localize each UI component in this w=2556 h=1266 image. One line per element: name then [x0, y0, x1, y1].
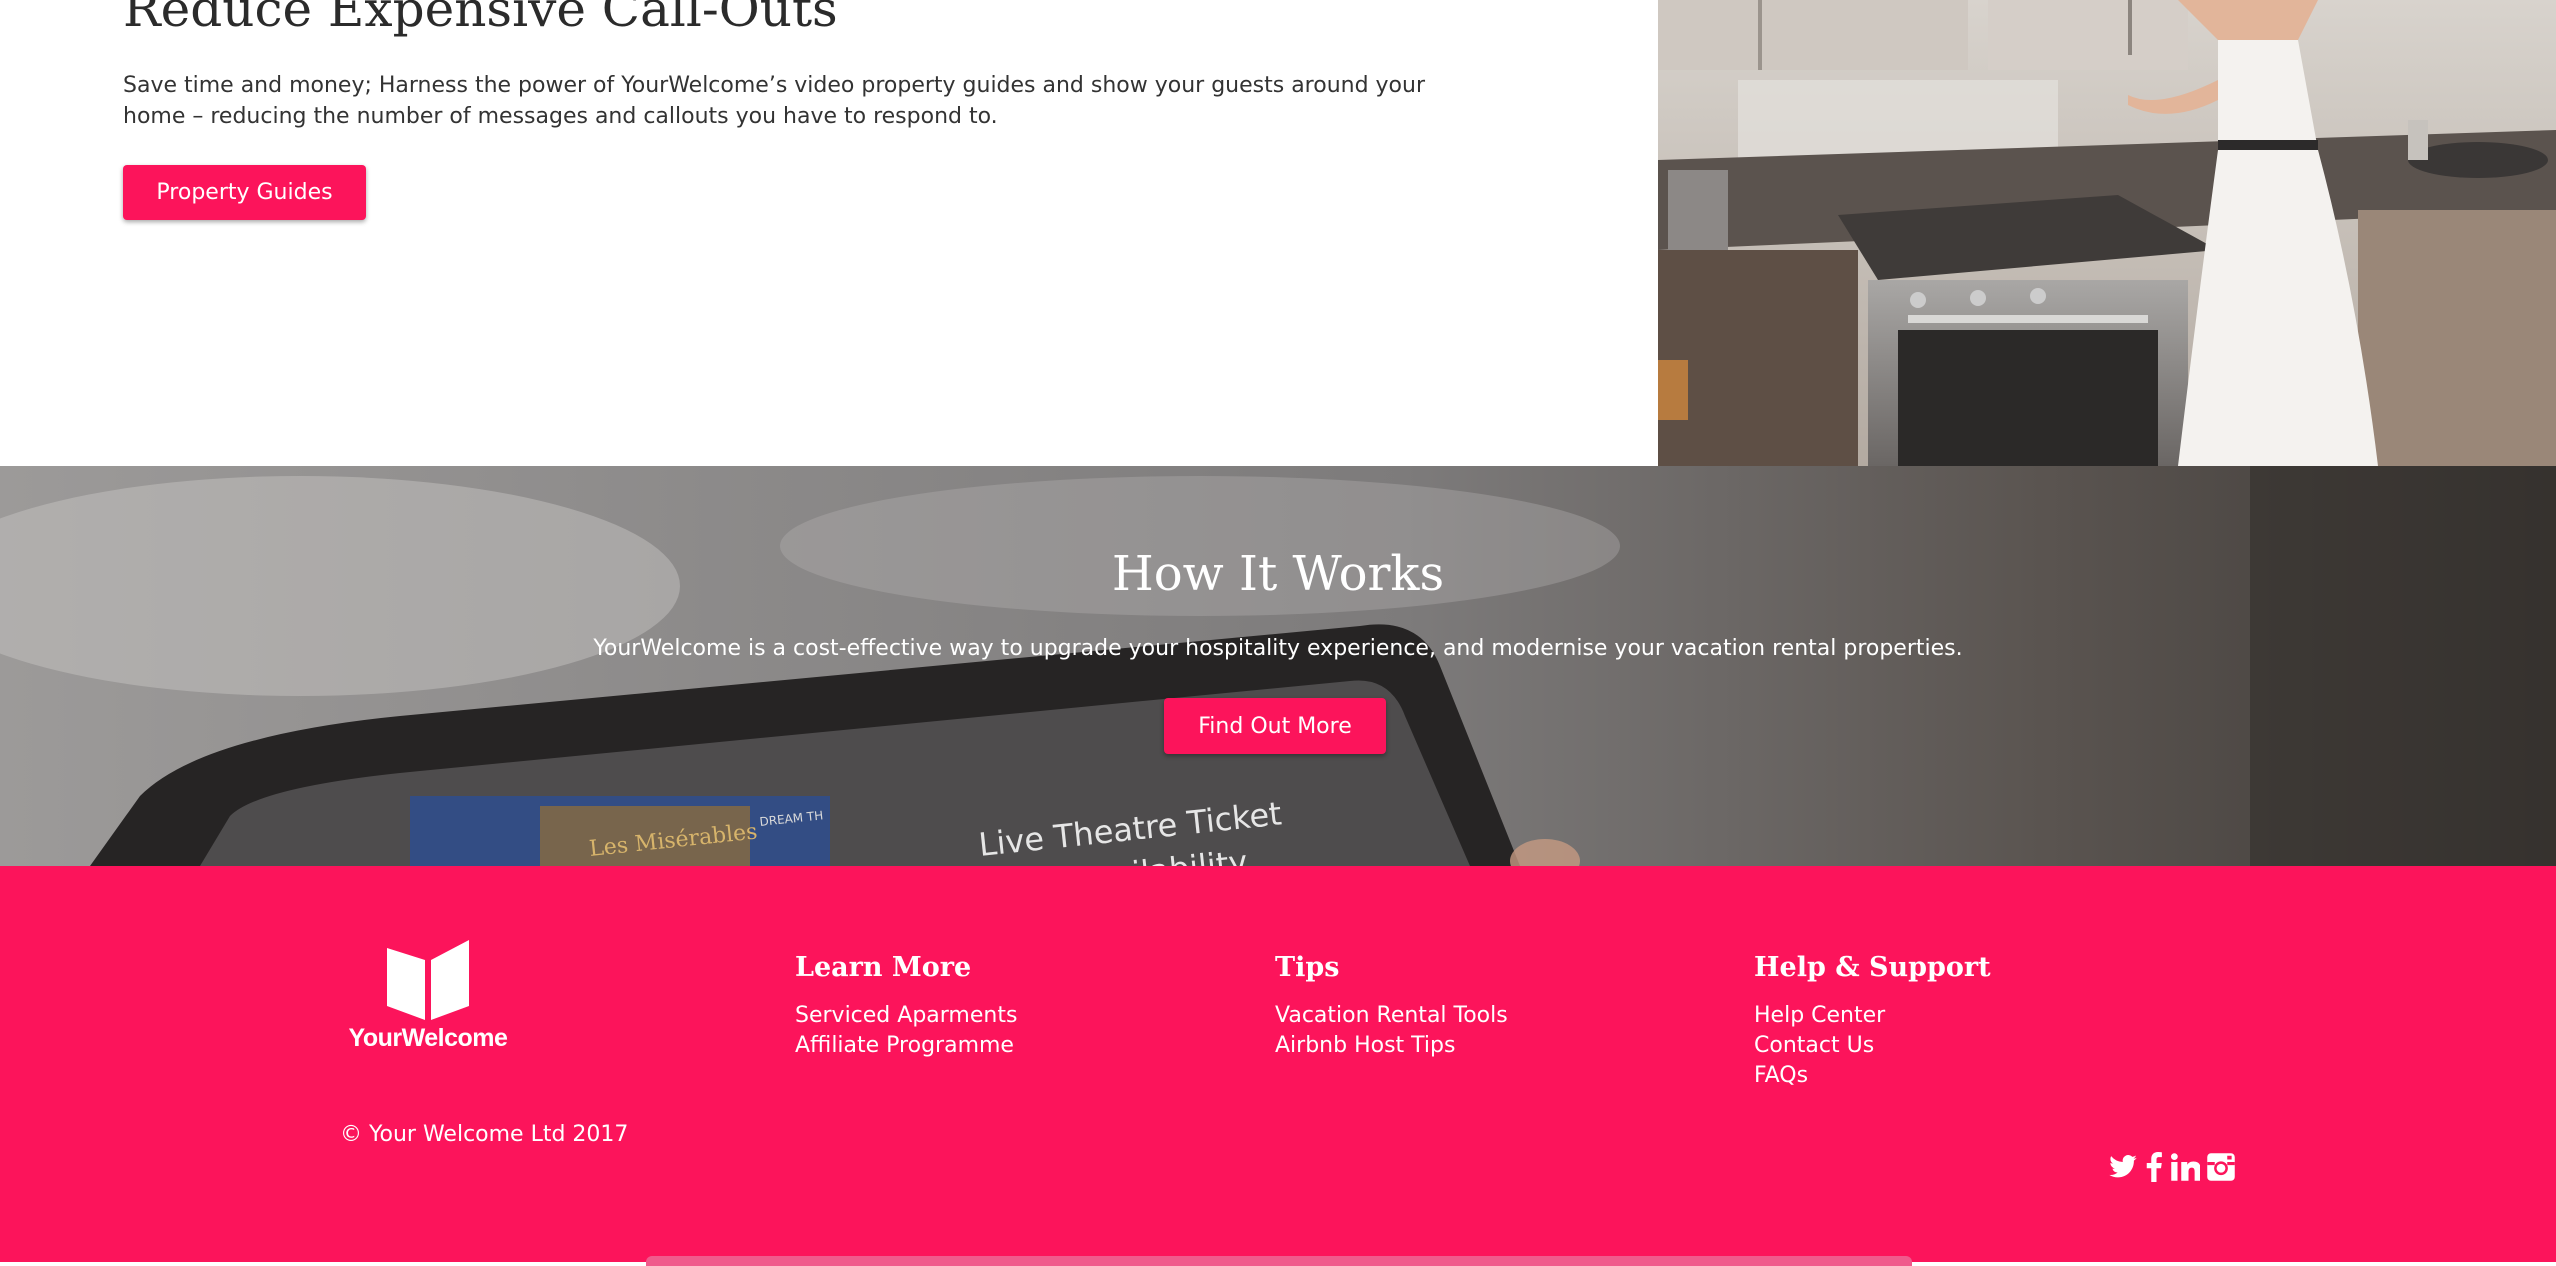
footer-heading-tips: Tips — [1275, 952, 1340, 983]
find-out-more-button[interactable]: Find Out More — [1164, 698, 1386, 754]
footer-column-learn-more: Learn More Serviced Aparments Affiliate … — [795, 952, 1017, 1061]
footer-link-affiliate-programme[interactable]: Affiliate Programme — [795, 1031, 1017, 1061]
footer-link-help-center[interactable]: Help Center — [1754, 1001, 1991, 1031]
how-it-works-title: How It Works — [1111, 546, 1445, 602]
bottom-scroll-bar — [646, 1256, 1912, 1266]
footer-link-faqs[interactable]: FAQs — [1754, 1061, 1991, 1091]
property-guides-section: Reduce Expensive Call-Outs Save time and… — [0, 0, 2556, 466]
copyright-text: © Your Welcome Ltd 2017 — [340, 1122, 629, 1147]
linkedin-icon[interactable] — [2170, 1152, 2201, 1182]
instagram-icon[interactable] — [2206, 1152, 2236, 1182]
footer-column-tips: Tips Vacation Rental Tools Airbnb Host T… — [1275, 952, 1508, 1061]
kitchen-photo — [1658, 0, 2556, 466]
footer-column-help-support: Help & Support Help Center Contact Us FA… — [1754, 952, 1991, 1091]
footer-heading-help-support: Help & Support — [1754, 952, 1991, 983]
footer-heading-learn-more: Learn More — [795, 952, 972, 983]
logo-text: YourWelcome — [348, 1024, 508, 1052]
how-it-works-section: Les Misérables DREAM TH Live Theatre Tic… — [0, 466, 2556, 866]
yourwelcome-logo[interactable]: YourWelcome — [340, 940, 516, 1053]
twitter-icon[interactable] — [2108, 1152, 2138, 1182]
social-links — [2108, 1152, 2236, 1182]
property-guides-button[interactable]: Property Guides — [123, 165, 366, 220]
book-icon — [387, 940, 469, 1020]
tablet-background-image: Les Misérables DREAM TH Live Theatre Tic… — [0, 466, 2556, 866]
section-description: Save time and money; Harness the power o… — [123, 73, 1426, 129]
footer-link-vacation-rental-tools[interactable]: Vacation Rental Tools — [1275, 1001, 1508, 1031]
footer-link-contact-us[interactable]: Contact Us — [1754, 1031, 1991, 1061]
site-footer: YourWelcome © Your Welcome Ltd 2017 Lear… — [0, 866, 2556, 1262]
section-title: Reduce Expensive Call-Outs — [123, 0, 838, 38]
footer-link-airbnb-host-tips[interactable]: Airbnb Host Tips — [1275, 1031, 1508, 1061]
footer-link-serviced-apartments[interactable]: Serviced Aparments — [795, 1001, 1017, 1031]
how-it-works-description: YourWelcome is a cost-effective way to u… — [593, 636, 1963, 661]
facebook-icon[interactable] — [2144, 1152, 2164, 1182]
